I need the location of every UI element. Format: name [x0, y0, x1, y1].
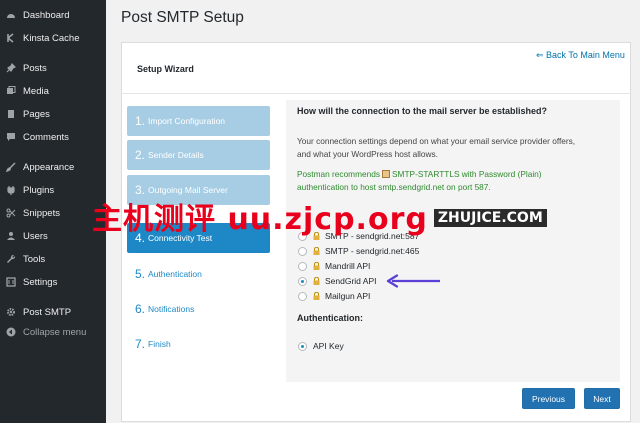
- sidebar-item-plugins[interactable]: Plugins: [0, 180, 106, 200]
- step-import-configuration[interactable]: 1. Import Configuration: [127, 106, 270, 136]
- radio-button-selected[interactable]: [298, 341, 307, 351]
- brush-icon: [6, 162, 16, 172]
- lock-icon: [313, 247, 320, 255]
- option-label: SMTP - sendgrid.net:465: [325, 246, 420, 256]
- radio-button-selected[interactable]: [298, 276, 307, 286]
- option-sendgrid-api[interactable]: SendGrid API: [298, 275, 377, 287]
- collapse-icon: [6, 327, 16, 337]
- recommendation-text: Postman recommends SMTP-STARTTLS with Pas…: [297, 168, 617, 193]
- sidebar-item-label: Users: [23, 230, 48, 242]
- step-label: Authentication: [148, 269, 202, 279]
- sidebar-item-appearance[interactable]: Appearance: [0, 157, 106, 177]
- sidebar-item-label: Snippets: [23, 207, 60, 219]
- step-number: 6.: [135, 302, 146, 316]
- sidebar-item-label: Collapse menu: [23, 326, 87, 338]
- next-button[interactable]: Next: [584, 388, 620, 409]
- sidebar-item-dashboard[interactable]: Dashboard: [0, 5, 106, 25]
- plugin-icon: [6, 185, 16, 195]
- sidebar-item-label: Appearance: [23, 161, 75, 173]
- previous-button[interactable]: Previous: [522, 388, 575, 409]
- dashboard-icon: [6, 10, 16, 20]
- radio-button[interactable]: [298, 246, 307, 256]
- step-label: Finish: [148, 339, 171, 349]
- sidebar-item-users[interactable]: Users: [0, 226, 106, 246]
- scissors-icon: [6, 208, 16, 218]
- option-label: Mailgun API: [325, 291, 371, 301]
- users-icon: [6, 231, 16, 241]
- watermark-badge: ZHUJICE.COM: [433, 209, 547, 227]
- sidebar-item-label: Comments: [23, 131, 69, 143]
- sidebar-item-settings[interactable]: Settings: [0, 272, 106, 292]
- watermark-text: 主机测评 uu.zjcp.org: [92, 202, 428, 237]
- lock-icon: [313, 262, 320, 270]
- option-api-key[interactable]: API Key: [298, 340, 344, 352]
- radio-button[interactable]: [298, 261, 307, 271]
- sidebar-item-label: Dashboard: [23, 9, 70, 21]
- option-label: Mandrill API: [325, 261, 371, 271]
- annotation-arrow-icon: [386, 274, 440, 288]
- wrench-icon: [6, 254, 16, 264]
- description-line: Your connection settings depend on what …: [297, 136, 576, 146]
- wizard-heading: Setup Wizard: [137, 64, 194, 74]
- sidebar-item-snippets[interactable]: Snippets: [0, 203, 106, 223]
- recommendation-lead: Postman recommends: [297, 169, 381, 179]
- sidebar-item-post-smtp[interactable]: Post SMTP: [0, 302, 106, 322]
- sidebar-item-label: Tools: [23, 253, 46, 265]
- sidebar-item-label: Post SMTP: [23, 306, 72, 318]
- step-label: Import Configuration: [148, 116, 226, 126]
- step-number: 5.: [135, 267, 146, 281]
- step-label: Sender Details: [148, 150, 204, 160]
- lock-icon: [313, 292, 320, 300]
- back-to-main-menu-link[interactable]: ⇐ Back To Main Menu: [536, 50, 625, 61]
- settings-icon: [6, 277, 16, 287]
- sidebar-item-posts[interactable]: Posts: [0, 58, 106, 78]
- pages-icon: [6, 109, 16, 119]
- sidebar-item-label: Settings: [23, 276, 58, 288]
- recommendation-method: SMTP-STARTTLS with Password (Plain): [392, 169, 542, 179]
- step-notifications[interactable]: 6. Notifications: [127, 294, 270, 324]
- option-mailgun-api[interactable]: Mailgun API: [298, 290, 370, 302]
- recommendation-line: authentication to host smtp.sendgrid.net…: [297, 181, 491, 192]
- kinsta-icon: [6, 33, 16, 43]
- admin-sidebar: Dashboard Kinsta Cache Posts Media Pages…: [0, 0, 106, 423]
- step-finish[interactable]: 7. Finish: [127, 329, 270, 359]
- option-label: API Key: [313, 341, 344, 351]
- sidebar-item-label: Media: [23, 85, 49, 97]
- sidebar-item-label: Kinsta Cache: [23, 32, 80, 44]
- media-icon: [6, 86, 16, 96]
- sidebar-item-comments[interactable]: Comments: [0, 127, 106, 147]
- lock-icon: [313, 277, 320, 285]
- step-number: 1.: [135, 114, 146, 128]
- authentication-heading: Authentication:: [297, 313, 363, 323]
- option-smtp-465[interactable]: SMTP - sendgrid.net:465: [298, 245, 419, 257]
- connection-question-heading: How will the connection to the mail serv…: [297, 106, 548, 116]
- sidebar-item-label: Plugins: [23, 184, 55, 196]
- sidebar-item-label: Posts: [23, 62, 47, 74]
- comments-icon: [6, 132, 16, 142]
- header-divider: [121, 93, 631, 94]
- sidebar-item-kinsta-cache[interactable]: Kinsta Cache: [0, 28, 106, 48]
- step-number: 2.: [135, 148, 146, 162]
- notepad-icon: [382, 170, 391, 178]
- connection-description: Your connection settings depend on what …: [297, 135, 617, 160]
- step-authentication[interactable]: 5. Authentication: [127, 259, 270, 289]
- pin-icon: [6, 63, 16, 73]
- option-mandrill-api[interactable]: Mandrill API: [298, 260, 370, 272]
- description-line: and what your WordPress host allows.: [297, 148, 438, 159]
- gear-icon: [6, 307, 16, 317]
- sidebar-item-media[interactable]: Media: [0, 81, 106, 101]
- step-label: Notifications: [148, 304, 195, 314]
- recommendation-line: Postman recommends SMTP-STARTTLS with Pas…: [297, 168, 617, 181]
- page-title: Post SMTP Setup: [121, 9, 244, 26]
- sidebar-item-tools[interactable]: Tools: [0, 249, 106, 269]
- step-sender-details[interactable]: 2. Sender Details: [127, 140, 270, 170]
- step-number: 7.: [135, 337, 146, 351]
- watermark: 主机测评 uu.zjcp.org ZHUJICE.COM: [92, 194, 547, 238]
- sidebar-item-label: Pages: [23, 108, 50, 120]
- option-label: SendGrid API: [325, 276, 377, 286]
- sidebar-item-pages[interactable]: Pages: [0, 104, 106, 124]
- radio-button[interactable]: [298, 291, 307, 301]
- collapse-menu-button[interactable]: Collapse menu: [0, 322, 106, 342]
